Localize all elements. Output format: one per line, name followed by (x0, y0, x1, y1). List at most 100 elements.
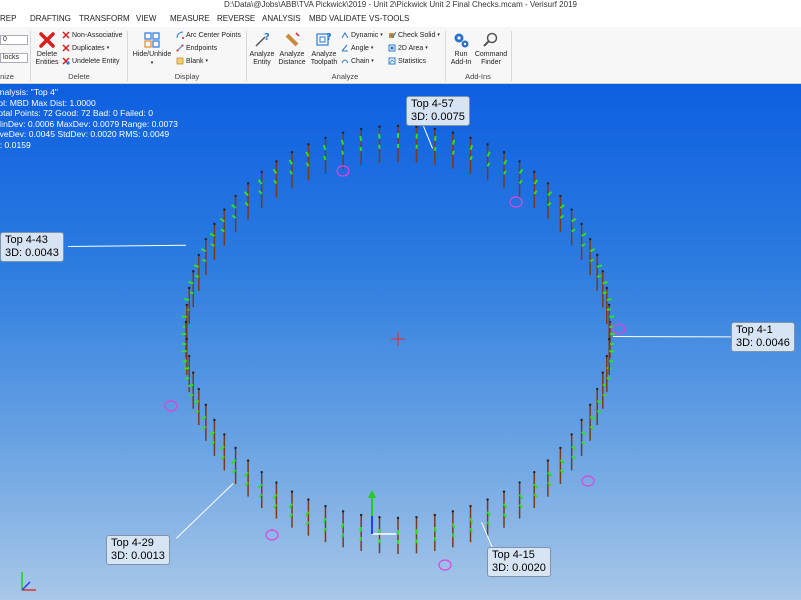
check-solid-button[interactable]: Check Solid ▾ (388, 31, 440, 39)
chain-icon (341, 59, 349, 64)
ribbon: 0 locks nize Delete Entities Non-Associa… (0, 27, 801, 84)
blank-label: Blank (186, 57, 204, 65)
undelete-entity-button[interactable]: Undelete Entity (62, 57, 119, 65)
window-title: D:\Data\@Jobs\ABB\TVA Pickwick\2019 - Un… (0, 0, 801, 10)
point-marker (546, 182, 550, 185)
tab-mbd-validate[interactable]: MBD VALIDATE (309, 14, 367, 23)
point-marker (204, 403, 208, 407)
chevron-down-icon: ▾ (370, 45, 374, 51)
point-marker (185, 303, 189, 307)
point-marker (596, 253, 599, 257)
angle-button[interactable]: Angle ▾ (341, 44, 373, 52)
analyze-group-label: Analyze (331, 72, 359, 81)
deviation-vector (433, 526, 437, 533)
group-separator (246, 31, 247, 81)
tab-drafting[interactable]: DRAFTING (30, 14, 71, 23)
callout-top-4-57[interactable]: Top 4-57 3D: 0.0075 (406, 96, 470, 126)
point-marker (192, 371, 195, 374)
deviation-vector (433, 135, 437, 142)
point-marker (290, 151, 294, 154)
group-separator (30, 31, 31, 81)
analyze-entity-button[interactable]: ? Analyze Entity (248, 31, 276, 67)
point-marker (188, 354, 191, 358)
callout-top-4-1[interactable]: Top 4-1 3D: 0.0046 (731, 322, 795, 352)
highlight-circle (509, 196, 523, 208)
point-marker (275, 481, 278, 484)
point-marker (223, 208, 226, 211)
point-marker (359, 513, 363, 517)
analyze-toolpath-button[interactable]: ? Analyze Toolpath (308, 31, 340, 67)
info-tolerance: Tol: MBD Max Dist: 1.0000 (0, 97, 96, 108)
point-marker (192, 270, 195, 273)
point-marker (570, 433, 573, 436)
command-finder-button[interactable]: Command Finder (474, 31, 508, 67)
graphics-viewport[interactable]: Analysis: "Top 4" Tol: MBD Max Dist: 1.0… (0, 84, 801, 600)
run-addin-button[interactable]: Run Add-In (448, 31, 474, 67)
tab-vs-tools[interactable]: VS-TOOLS (369, 14, 409, 23)
point-marker (307, 498, 310, 501)
deviation-vector (184, 298, 190, 301)
analyze-distance-button[interactable]: Analyze Distance (276, 31, 308, 67)
dynamic-button[interactable]: Dynamic ▾ (341, 31, 383, 39)
point-marker (502, 151, 506, 154)
delete-group-label: Delete (68, 72, 90, 81)
statistics-label: Statistics (398, 57, 427, 65)
undelete-icon (62, 57, 70, 65)
callout-top-4-43[interactable]: Top 4-43 3D: 0.0043 (0, 232, 64, 262)
point-marker (275, 160, 278, 163)
organize-combo-1[interactable]: 0 (0, 35, 28, 45)
point-marker (396, 124, 400, 128)
chain-label: Chain (351, 57, 370, 65)
point-marker (486, 498, 489, 501)
deviation-vector (194, 410, 200, 414)
point-marker (451, 510, 455, 513)
chain-button[interactable]: Chain ▾ (341, 57, 374, 65)
point-marker (290, 490, 294, 493)
blank-icon (176, 57, 184, 65)
point-marker (533, 470, 536, 474)
point-marker (580, 222, 583, 226)
point-marker (415, 516, 418, 519)
organize-combo-2[interactable]: locks (0, 53, 28, 63)
hide-unhide-button[interactable]: Hide/Unhide ▾ (131, 31, 173, 67)
analysis-info-panel: Analysis: "Top 4" Tol: MBD Max Dist: 1.0… (0, 87, 178, 151)
highlight-circle (164, 400, 178, 412)
highlight-circle (581, 475, 595, 487)
point-marker (324, 136, 327, 140)
deviation-vector (602, 291, 607, 295)
tab-transform[interactable]: TRANSFORM (79, 14, 130, 23)
deviation-vector (451, 139, 456, 145)
callout-top-4-29[interactable]: Top 4-29 3D: 0.0013 (106, 535, 170, 565)
deviation-vector (185, 377, 190, 380)
deviation-vector (340, 139, 345, 145)
analyze-distance-label: Analyze Distance (278, 51, 306, 66)
tab-measure[interactable]: MEASURE (170, 14, 210, 23)
callout-top-4-15[interactable]: Top 4-15 3D: 0.0020 (487, 547, 551, 577)
blank-button[interactable]: Blank ▾ (176, 57, 208, 65)
arc-center-points-button[interactable]: Arc Center Points (176, 31, 241, 39)
area-2d-button[interactable]: 2D Area ▾ (388, 44, 428, 52)
point-marker (188, 286, 191, 290)
tab-rep[interactable]: REP (0, 14, 16, 23)
duplicates-button[interactable]: Duplicates ▾ (62, 44, 109, 52)
tab-reverse[interactable]: REVERSE (217, 14, 255, 23)
info-total-points: Total Points: 72 Good: 72 Bad: 0 Failed:… (0, 108, 154, 119)
non-associative-button[interactable]: Non-Associative (62, 31, 123, 39)
delete-x-icon (39, 32, 55, 48)
point-marker (605, 354, 608, 358)
group-separator (127, 31, 128, 81)
callout-point-name: Top 4-29 (111, 537, 154, 549)
search-icon (483, 32, 498, 47)
delete-entities-button[interactable]: Delete Entities (34, 31, 60, 67)
undelete-entity-label: Undelete Entity (72, 57, 120, 65)
statistics-button[interactable]: Statistics (388, 57, 426, 65)
endpoints-button[interactable]: Endpoints (176, 44, 217, 52)
tab-view[interactable]: VIEW (136, 14, 156, 23)
analyze-entity-icon: ? (255, 32, 270, 47)
group-separator (445, 31, 446, 81)
world-axis-z (21, 581, 31, 591)
chevron-down-icon: ▾ (205, 58, 209, 64)
tab-analysis[interactable]: ANALYSIS (262, 14, 301, 23)
deviation-vector (359, 146, 363, 152)
deviation-vector (359, 536, 363, 542)
